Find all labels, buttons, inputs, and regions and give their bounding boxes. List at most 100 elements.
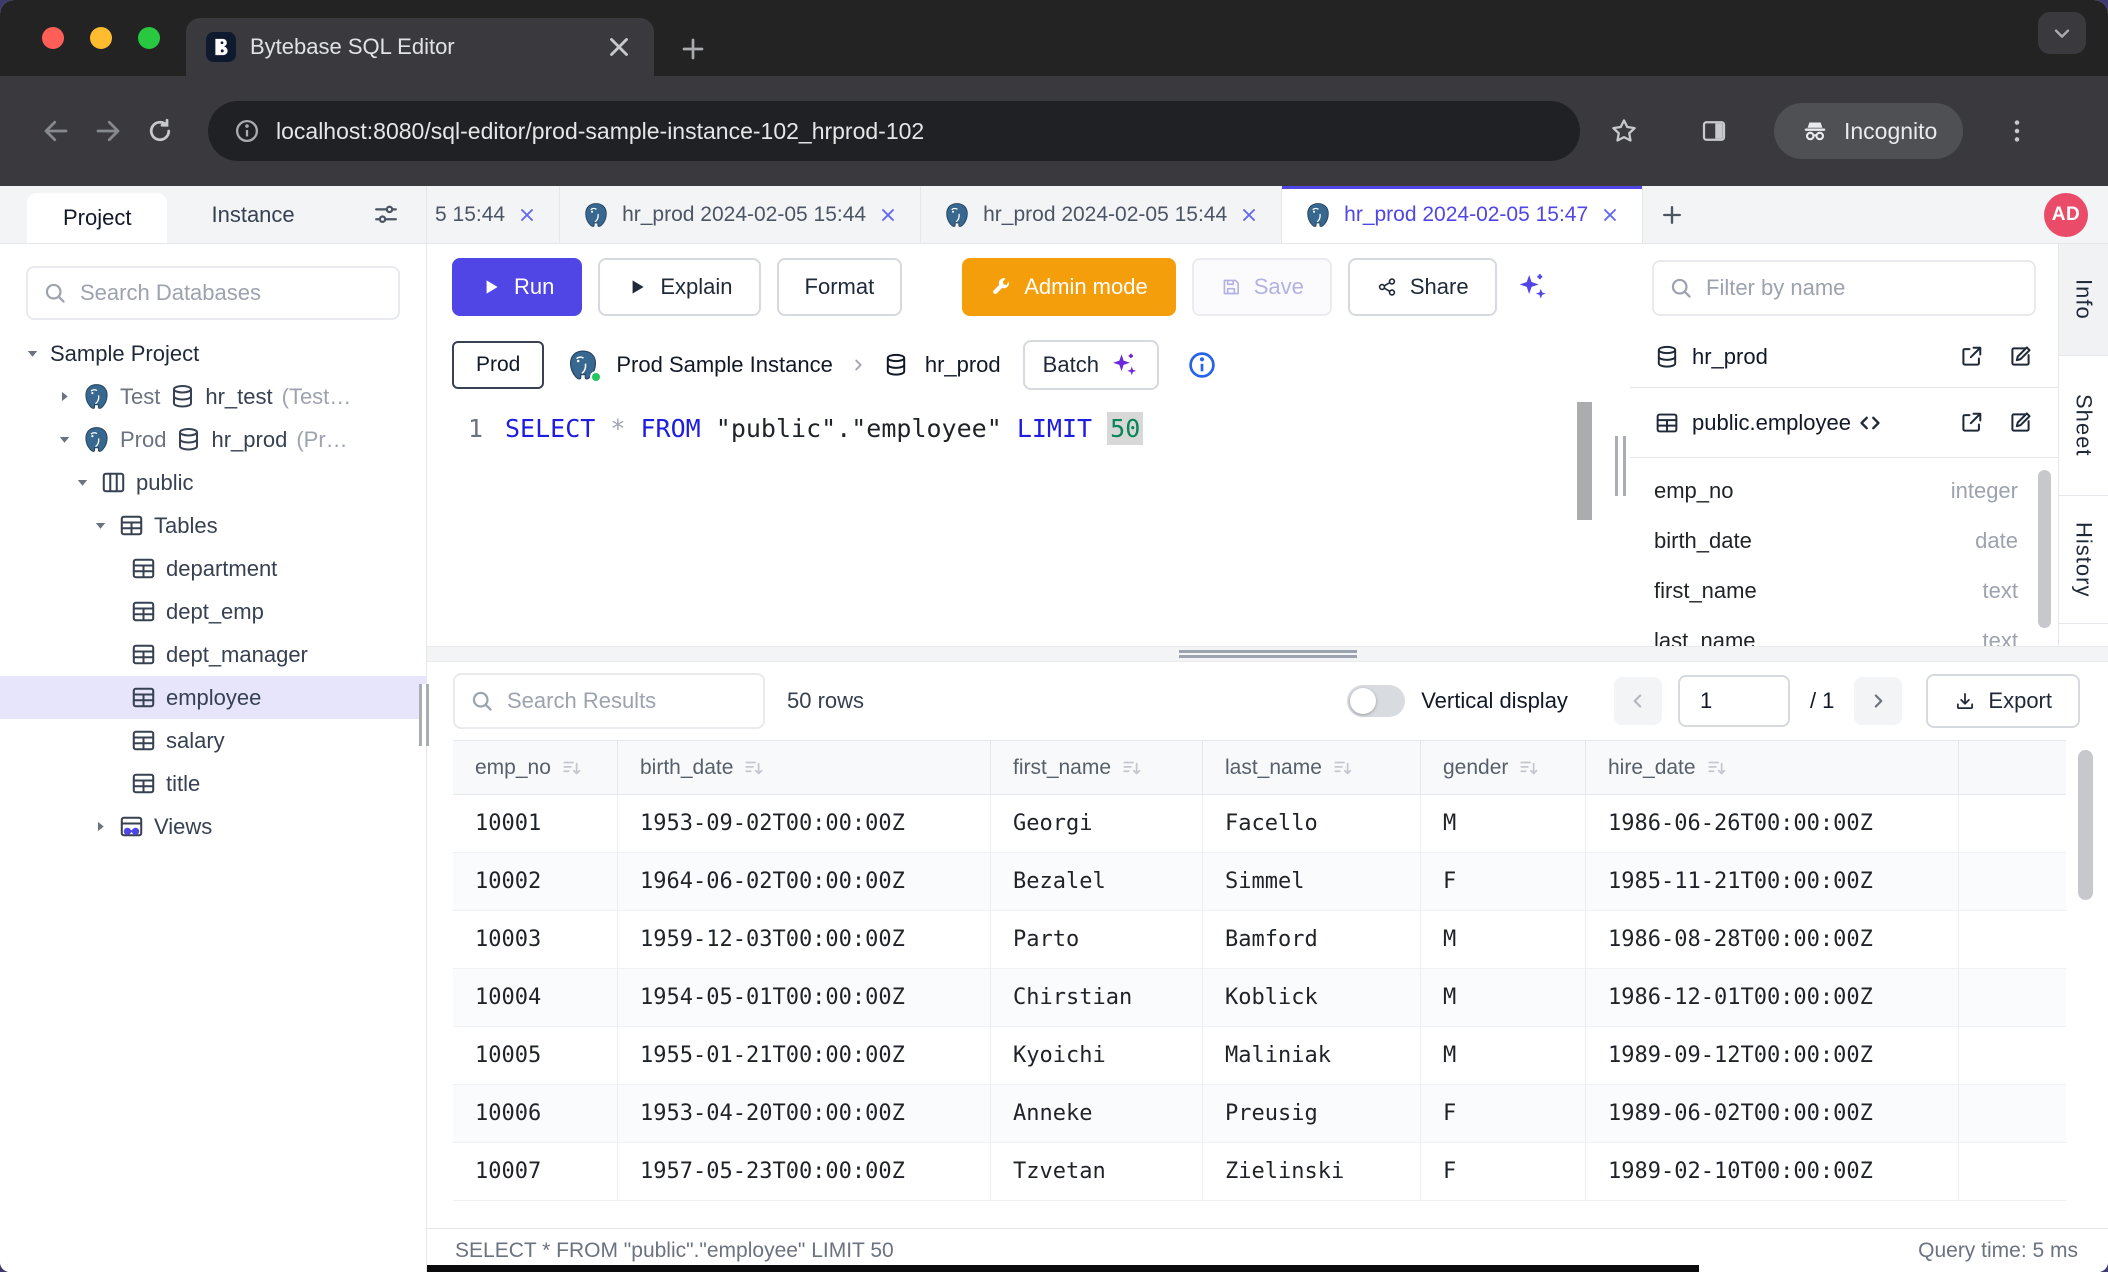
worksheet-tab[interactable]: hr_prod 2024-02-05 15:44 — [560, 186, 921, 243]
reload-button[interactable] — [134, 105, 186, 157]
sql-editor[interactable]: 1 SELECT * FROM "public"."employee" LIMI… — [427, 400, 1612, 646]
vertical-display-toggle[interactable] — [1347, 685, 1405, 717]
search-results-input[interactable]: Search Results — [453, 673, 765, 729]
tree-item-public[interactable]: public — [0, 461, 426, 504]
column-header[interactable]: hire_date — [1586, 741, 1959, 795]
format-button[interactable]: Format — [777, 258, 903, 316]
sort-icon[interactable] — [1332, 757, 1354, 779]
column-header[interactable]: gender — [1421, 741, 1586, 795]
sort-icon[interactable] — [743, 757, 765, 779]
forward-button[interactable] — [82, 105, 134, 157]
column-header[interactable]: birth_date — [618, 741, 991, 795]
tree-item-title[interactable]: title — [0, 762, 426, 805]
sql-code: SELECT * FROM "public"."employee" LIMIT … — [505, 414, 1143, 443]
run-button[interactable]: Run — [452, 258, 582, 316]
tab-search-button[interactable] — [2038, 12, 2086, 54]
new-tab-icon[interactable] — [678, 34, 708, 64]
splitter-grip[interactable] — [1179, 650, 1357, 658]
edit-icon[interactable] — [2007, 343, 2034, 370]
column-header[interactable]: first_name — [991, 741, 1203, 795]
vertical-splitter[interactable] — [1612, 244, 1630, 646]
close-tab-icon[interactable] — [604, 32, 634, 62]
sort-icon[interactable] — [1121, 757, 1143, 779]
filter-by-name-input[interactable]: Filter by name — [1652, 260, 2036, 316]
tab-sheet[interactable]: Sheet — [2059, 356, 2108, 496]
column-row[interactable]: first_nametext — [1630, 566, 2058, 616]
close-tab-icon[interactable] — [1239, 205, 1259, 225]
share-button[interactable]: Share — [1348, 258, 1497, 316]
worksheet-tab[interactable]: hr_prod 2024-02-05 15:47 — [1282, 186, 1643, 243]
table-cell: 1989-02-10T00:00:00Z — [1586, 1143, 1959, 1201]
tree-item-tables[interactable]: Tables — [0, 504, 426, 547]
explain-button[interactable]: Explain — [598, 258, 760, 316]
results-scrollbar-thumb[interactable] — [2078, 750, 2093, 900]
sort-icon[interactable] — [1706, 757, 1728, 779]
column-row[interactable]: emp_nointeger — [1630, 466, 2058, 516]
side-panel-button[interactable] — [1688, 105, 1740, 157]
worksheet-tab[interactable]: 5 15:44 — [427, 186, 560, 243]
column-list-scrollbar-thumb[interactable] — [2038, 470, 2051, 628]
export-button[interactable]: Export — [1926, 674, 2080, 728]
tree-item-dept-emp[interactable]: dept_emp — [0, 590, 426, 633]
sidebar-resize-handle[interactable] — [419, 684, 429, 746]
database-name[interactable]: hr_prod — [925, 352, 1001, 378]
user-avatar[interactable]: AD — [2044, 193, 2088, 237]
column-row[interactable]: birth_datedate — [1630, 516, 2058, 566]
worksheet-tab[interactable]: hr_prod 2024-02-05 15:44 — [921, 186, 1282, 243]
page-input[interactable]: 1 — [1678, 675, 1790, 727]
tree-item-salary[interactable]: salary — [0, 719, 426, 762]
zoom-window-button[interactable] — [138, 27, 160, 49]
column-header[interactable]: last_name — [1203, 741, 1421, 795]
tree-item-hr-prod[interactable]: Prodhr_prod(Pr… — [0, 418, 426, 461]
column-header[interactable]: emp_no — [453, 741, 618, 795]
editor-scrollbar-thumb[interactable] — [1577, 402, 1592, 520]
tab-history[interactable]: History — [2059, 496, 2108, 624]
table-row[interactable]: public.employee — [1630, 388, 2058, 458]
tab-project[interactable]: Project — [27, 193, 167, 243]
instance-name[interactable]: Prod Sample Instance — [616, 352, 832, 378]
tree-item-employee[interactable]: employee — [0, 676, 426, 719]
sort-icon[interactable] — [1518, 757, 1540, 779]
tree-item-department[interactable]: department — [0, 547, 426, 590]
column-row[interactable]: last_nametext — [1630, 616, 2058, 646]
close-tab-icon[interactable] — [878, 205, 898, 225]
next-page-button[interactable] — [1854, 677, 1902, 725]
save-button[interactable]: Save — [1192, 258, 1332, 316]
close-window-button[interactable] — [42, 27, 64, 49]
table-icon — [1654, 410, 1680, 436]
sidebar-filter-button[interactable] — [372, 201, 400, 229]
sort-icon[interactable] — [561, 757, 583, 779]
tree-item-hr-test[interactable]: Testhr_test(Test… — [0, 375, 426, 418]
horizontal-splitter[interactable] — [427, 646, 2108, 662]
edit-icon[interactable] — [2007, 409, 2034, 436]
site-info-icon[interactable] — [234, 118, 260, 144]
batch-button[interactable]: Batch — [1023, 340, 1159, 390]
add-worksheet-button[interactable] — [1643, 186, 1701, 243]
environment-chip[interactable]: Prod — [452, 341, 544, 389]
splitter-grip[interactable] — [1615, 436, 1626, 496]
close-tab-icon[interactable] — [1600, 205, 1620, 225]
tree-item-views[interactable]: Views — [0, 805, 426, 848]
browser-menu-button[interactable] — [1991, 105, 2043, 157]
close-tab-icon[interactable] — [517, 205, 537, 225]
prev-page-button[interactable] — [1614, 677, 1662, 725]
code-icon[interactable] — [1857, 410, 1883, 436]
external-link-icon[interactable] — [1958, 343, 1985, 370]
ai-assistant-button[interactable] — [1515, 270, 1549, 304]
back-button[interactable] — [30, 105, 82, 157]
minimize-window-button[interactable] — [90, 27, 112, 49]
bookmark-button[interactable] — [1598, 105, 1650, 157]
database-row[interactable]: hr_prod — [1630, 326, 2058, 388]
address-bar[interactable]: localhost:8080/sql-editor/prod-sample-in… — [208, 101, 1580, 161]
connection-info-button[interactable] — [1187, 350, 1217, 380]
search-databases-input[interactable]: Search Databases — [26, 266, 400, 320]
tab-info[interactable]: Info — [2059, 244, 2108, 356]
tree-item-dept-manager[interactable]: dept_manager — [0, 633, 426, 676]
table-cell: 10001 — [453, 795, 618, 853]
admin-mode-button[interactable]: Admin mode — [962, 258, 1176, 316]
browser-tab[interactable]: Bytebase SQL Editor — [186, 18, 654, 76]
table-cell: 1955-01-21T00:00:00Z — [618, 1027, 991, 1085]
tree-item-sample-project[interactable]: Sample Project — [0, 332, 426, 375]
external-link-icon[interactable] — [1958, 409, 1985, 436]
tab-instance[interactable]: Instance — [211, 186, 294, 243]
